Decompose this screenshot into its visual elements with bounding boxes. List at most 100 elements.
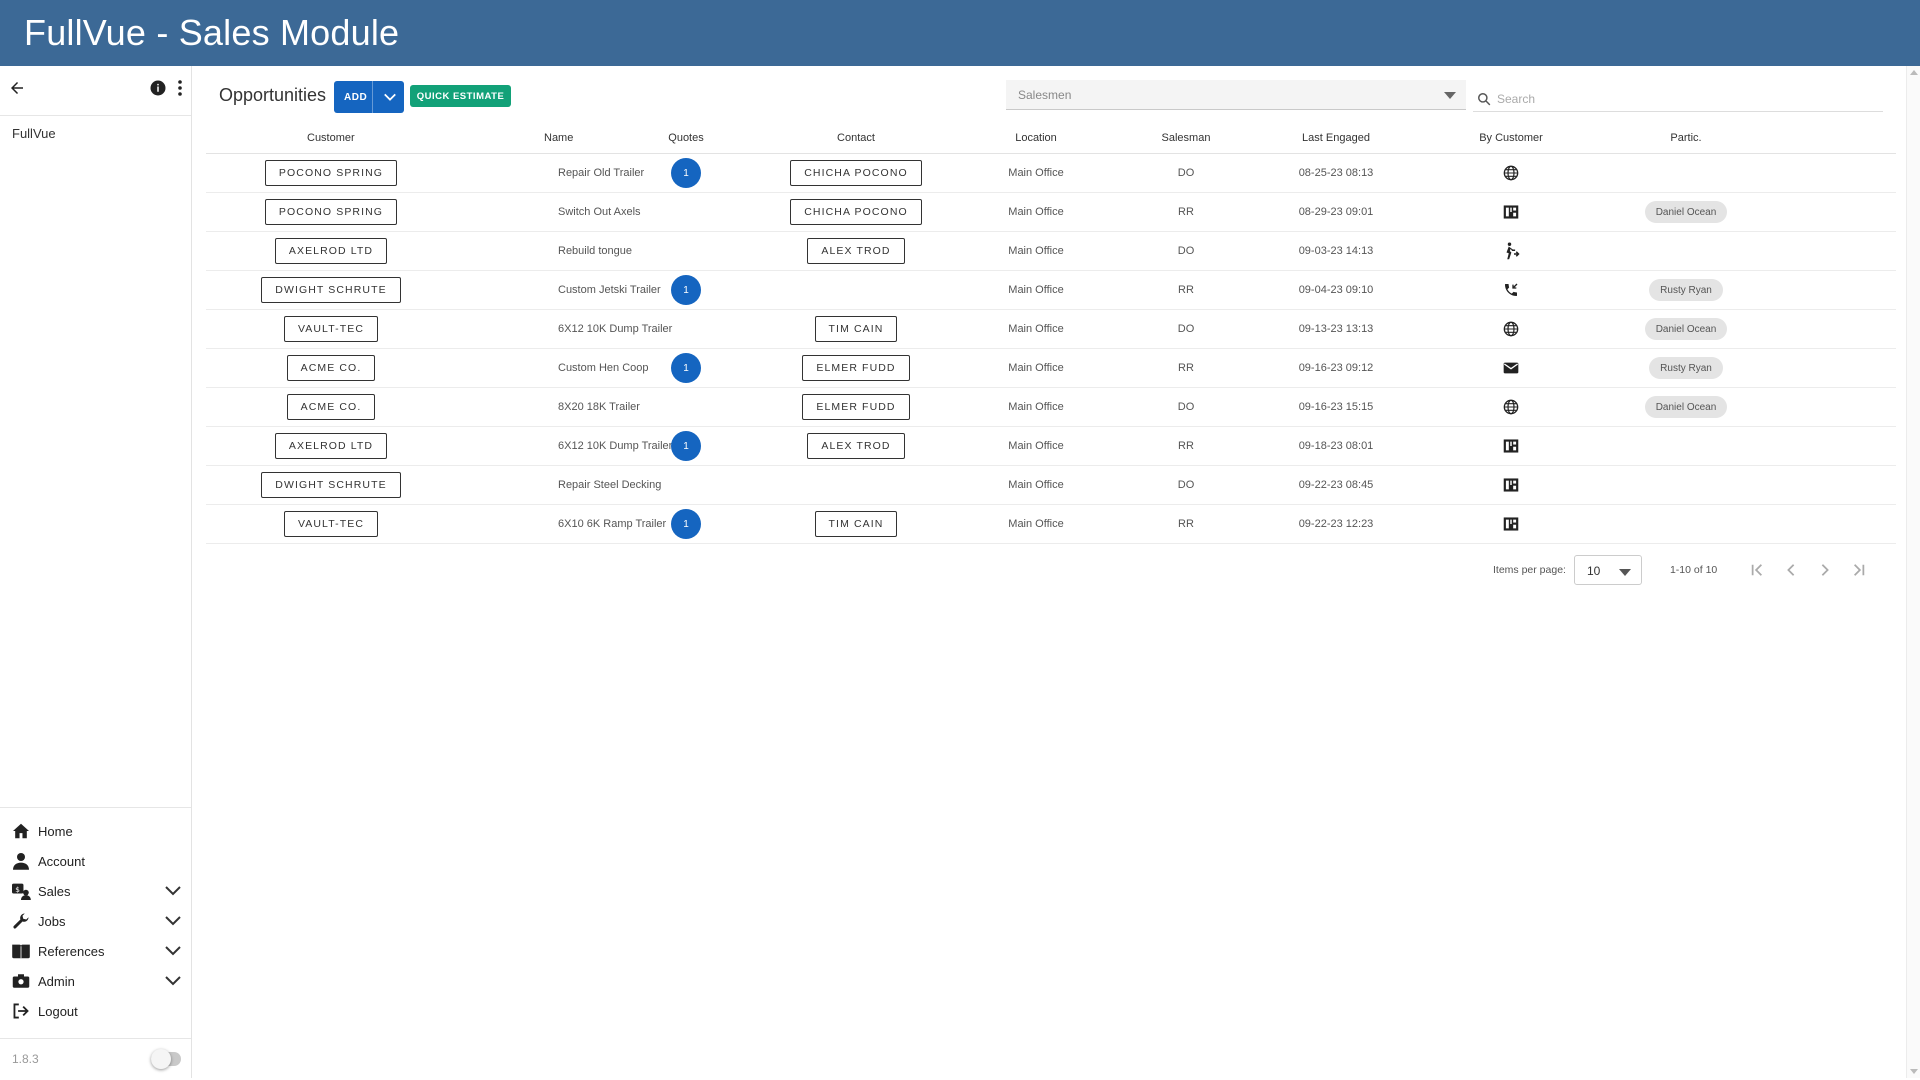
- paginator: Items per page: 10 1-10 of 10: [1493, 554, 1893, 586]
- chevron-down-icon[interactable]: [165, 974, 181, 989]
- customer-chip[interactable]: AXELROD LTD: [274, 433, 388, 459]
- next-page-icon[interactable]: [1808, 555, 1842, 585]
- header-partic[interactable]: Partic.: [1596, 122, 1776, 153]
- salesman-cell: DO: [1177, 479, 1195, 491]
- table-row[interactable]: AXELROD LTD Rebuild tongue ALEX TROD Main O…: [206, 232, 1896, 271]
- wrench-icon: [10, 911, 32, 931]
- last-engaged-cell: 09-16-23 09:12: [1298, 362, 1374, 374]
- contact-chip[interactable]: TIM CAIN: [814, 316, 898, 342]
- contact-chip[interactable]: CHICHA POCONO: [790, 199, 922, 225]
- quotes-badge[interactable]: 1: [671, 275, 701, 305]
- header-contact[interactable]: Contact: [766, 122, 946, 153]
- table-row[interactable]: AXELROD LTD 6X12 10K Dump Trailer 1 ALEX TR…: [206, 427, 1896, 466]
- table-row[interactable]: POCONO SPRING Switch Out Axels CHICHA POCO…: [206, 193, 1896, 232]
- header-last-engaged[interactable]: Last Engaged: [1246, 122, 1426, 153]
- sidebar-item-admin[interactable]: Admin: [0, 966, 191, 996]
- sidebar-toolbar: [0, 66, 191, 116]
- header-location[interactable]: Location: [946, 122, 1126, 153]
- quotes-badge[interactable]: 1: [671, 158, 701, 188]
- first-page-icon[interactable]: [1740, 555, 1774, 585]
- quotes-badge[interactable]: 1: [671, 509, 701, 539]
- table-row[interactable]: ACME CO. 8X20 18K Trailer ELMER FUDD Main O…: [206, 388, 1896, 427]
- search-field[interactable]: Search: [1473, 86, 1883, 112]
- sidebar-item-account[interactable]: Account: [0, 846, 191, 876]
- quotes-badge[interactable]: 1: [671, 431, 701, 461]
- opportunities-table: Customer Name Quotes Contact Location Sa…: [206, 122, 1896, 544]
- header-quotes[interactable]: Quotes: [606, 122, 766, 153]
- previous-page-icon[interactable]: [1774, 555, 1808, 585]
- table-row[interactable]: VAULT-TEC 6X10 6K Ramp Trailer 1 TIM CAIN Ma…: [206, 505, 1896, 544]
- chevron-down-icon[interactable]: [165, 944, 181, 959]
- table-row[interactable]: VAULT-TEC 6X12 10K Dump Trailer TIM CAIN Ma…: [206, 310, 1896, 349]
- last-engaged-cell: 09-04-23 09:10: [1298, 284, 1374, 296]
- salesman-cell: DO: [1177, 401, 1195, 413]
- header-by-customer[interactable]: By Customer: [1426, 122, 1596, 153]
- last-engaged-cell: 08-25-23 08:13: [1298, 167, 1374, 179]
- sidebar-item-logout[interactable]: Logout: [0, 996, 191, 1026]
- contact-chip[interactable]: ELMER FUDD: [802, 394, 910, 420]
- participant-chip[interactable]: Daniel Ocean: [1644, 201, 1728, 223]
- customer-chip[interactable]: ACME CO.: [286, 355, 376, 381]
- contact-chip[interactable]: ALEX TROD: [807, 238, 905, 264]
- table-row[interactable]: POCONO SPRING Repair Old Trailer 1 CHICHA P…: [206, 154, 1896, 193]
- header-salesman[interactable]: Salesman: [1126, 122, 1246, 153]
- last-engaged-cell: 09-03-23 14:13: [1298, 245, 1374, 257]
- header-name[interactable]: Name: [456, 122, 606, 153]
- contact-chip[interactable]: ELMER FUDD: [802, 355, 910, 381]
- contact-chip[interactable]: ALEX TROD: [807, 433, 905, 459]
- location-cell: Main Office: [1008, 362, 1064, 374]
- quick-estimate-button[interactable]: QUICK ESTIMATE: [410, 85, 511, 107]
- table-row[interactable]: DWIGHT SCHRUTE Custom Jetski Trailer 1 Main…: [206, 271, 1896, 310]
- location-cell: Main Office: [1008, 518, 1064, 530]
- participant-chip[interactable]: Daniel Ocean: [1644, 318, 1728, 340]
- customer-chip[interactable]: POCONO SPRING: [264, 199, 398, 225]
- vertical-scrollbar[interactable]: [1906, 66, 1920, 1078]
- back-arrow-icon[interactable]: [8, 79, 26, 102]
- customer-chip[interactable]: DWIGHT SCHRUTE: [261, 277, 401, 303]
- customer-chip[interactable]: DWIGHT SCHRUTE: [261, 472, 401, 498]
- customer-chip[interactable]: VAULT-TEC: [283, 511, 379, 537]
- location-cell: Main Office: [1008, 323, 1064, 335]
- chevron-down-icon[interactable]: [165, 914, 181, 929]
- salesmen-select[interactable]: Salesmen: [1006, 80, 1466, 110]
- items-per-page-select[interactable]: 10: [1573, 555, 1642, 585]
- opportunity-name: 6X10 6K Ramp Trailer: [558, 518, 667, 530]
- location-cell: Main Office: [1008, 284, 1064, 296]
- location-cell: Main Office: [1008, 206, 1064, 218]
- last-page-icon[interactable]: [1842, 555, 1876, 585]
- opportunity-name: 6X12 10K Dump Trailer: [558, 440, 673, 452]
- book-icon: [10, 941, 32, 961]
- customer-chip[interactable]: POCONO SPRING: [264, 160, 398, 186]
- salesman-cell: RR: [1178, 362, 1194, 374]
- chevron-down-icon[interactable]: [165, 884, 181, 899]
- table-header: Customer Name Quotes Contact Location Sa…: [206, 122, 1896, 154]
- store-icon: [1426, 193, 1596, 231]
- table-row[interactable]: DWIGHT SCHRUTE Repair Steel Decking Main O…: [206, 466, 1896, 505]
- chevron-down-icon[interactable]: [383, 90, 397, 107]
- table-body: POCONO SPRING Repair Old Trailer 1 CHICHA P…: [206, 154, 1896, 544]
- contact-chip[interactable]: CHICHA POCONO: [790, 160, 922, 186]
- quotes-badge[interactable]: 1: [671, 353, 701, 383]
- header-customer[interactable]: Customer: [206, 122, 456, 153]
- sidebar-item-references[interactable]: References: [0, 936, 191, 966]
- globe-icon: [1426, 154, 1596, 192]
- sidebar-item-home[interactable]: Home: [0, 816, 191, 846]
- participant-chip[interactable]: Rusty Ryan: [1649, 357, 1723, 379]
- participant-chip[interactable]: Rusty Ryan: [1649, 279, 1723, 301]
- location-cell: Main Office: [1008, 401, 1064, 413]
- opportunities-toolbar: Opportunities ADD QUICK ESTIMATE Salesme…: [193, 66, 1903, 122]
- customer-chip[interactable]: AXELROD LTD: [274, 238, 388, 264]
- sidebar-item-sales[interactable]: $ Sales: [0, 876, 191, 906]
- contact-chip[interactable]: TIM CAIN: [814, 511, 898, 537]
- globe-icon: [1426, 310, 1596, 348]
- add-button[interactable]: ADD: [334, 81, 404, 113]
- sidebar-item-jobs[interactable]: Jobs: [0, 906, 191, 936]
- info-icon[interactable]: [149, 79, 167, 102]
- customer-chip[interactable]: ACME CO.: [286, 394, 376, 420]
- more-vert-icon[interactable]: [177, 79, 183, 102]
- participant-chip[interactable]: Daniel Ocean: [1644, 396, 1728, 418]
- table-row[interactable]: ACME CO. Custom Hen Coop 1 ELMER FUDD Main O…: [206, 349, 1896, 388]
- theme-toggle[interactable]: [151, 1048, 181, 1069]
- page-title: Opportunities: [219, 85, 327, 105]
- customer-chip[interactable]: VAULT-TEC: [283, 316, 379, 342]
